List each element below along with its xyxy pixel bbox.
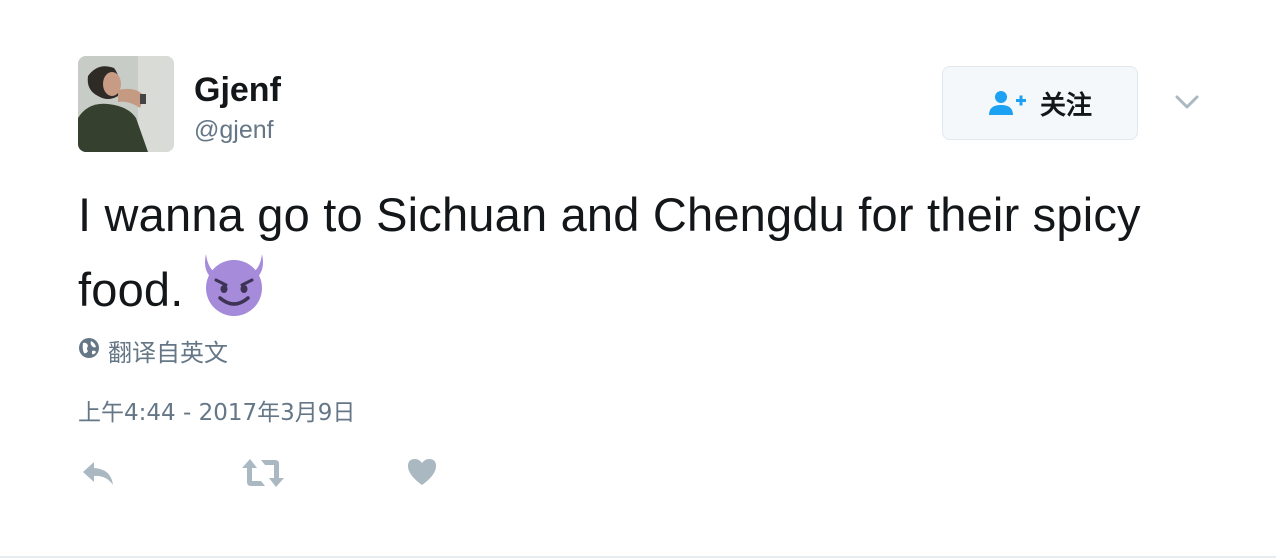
- tweet-timestamp[interactable]: 上午4:44 - 2017年3月9日: [78, 393, 355, 427]
- chevron-down-icon[interactable]: [1172, 90, 1202, 114]
- follow-button[interactable]: 关注: [942, 66, 1138, 140]
- reply-icon[interactable]: [80, 456, 116, 495]
- author-display-name[interactable]: Gjenf: [194, 70, 281, 110]
- like-icon[interactable]: [406, 456, 438, 493]
- avatar[interactable]: [78, 56, 174, 152]
- translate-label: 翻译自英文: [108, 339, 228, 367]
- retweet-icon[interactable]: [241, 456, 285, 495]
- tweet-card: Gjenf @gjenf 关注 I wanna go to Sichuan an…: [0, 0, 1276, 558]
- globe-icon: [78, 337, 100, 364]
- author-screen-name[interactable]: @gjenf: [194, 114, 274, 146]
- translate-link[interactable]: 翻译自英文: [78, 333, 228, 368]
- follow-label: 关注: [1039, 90, 1092, 121]
- tweet-text: I wanna go to Sichuan and Chengdu for th…: [78, 180, 1198, 337]
- add-user-icon: [988, 89, 1028, 117]
- smiling-face-with-horns-icon: [200, 250, 268, 337]
- avatar-image: [78, 56, 174, 152]
